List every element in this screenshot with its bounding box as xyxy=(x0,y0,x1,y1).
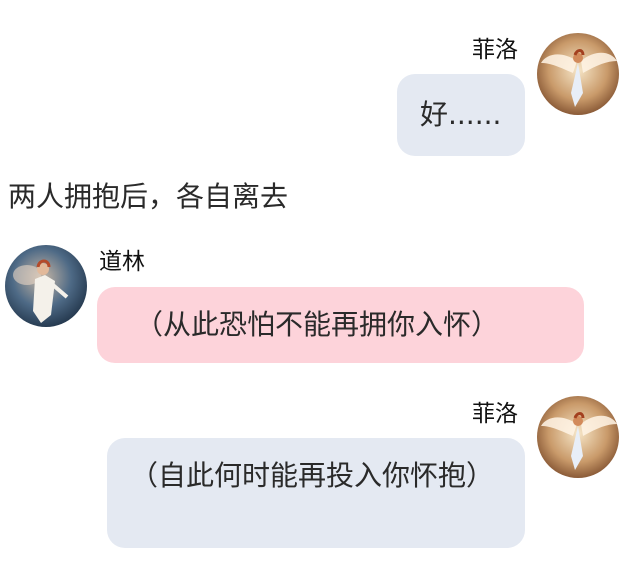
narration-text: 两人拥抱后，各自离去 xyxy=(8,180,289,213)
message-bubble[interactable]: 好...... xyxy=(397,74,525,156)
avatar-feiluo-2[interactable] xyxy=(537,396,619,478)
message-text: （从此恐怕不能再拥你入怀） xyxy=(135,308,500,341)
message-bubble[interactable]: （自此何时能再投入你怀抱） xyxy=(107,438,525,548)
message-bubble[interactable]: （从此恐怕不能再拥你入怀） xyxy=(97,287,584,363)
winged-angel-avatar-icon xyxy=(537,33,619,115)
message-text: 好...... xyxy=(420,98,502,131)
sender-name: 道林 xyxy=(99,249,145,275)
sender-name: 菲洛 xyxy=(472,401,518,427)
winged-angel-avatar-icon xyxy=(537,396,619,478)
sender-name: 菲洛 xyxy=(472,37,518,63)
avatar-daolin[interactable] xyxy=(5,245,87,327)
avatar-feiluo-1[interactable] xyxy=(537,33,619,115)
message-text: （自此何时能再投入你怀抱） xyxy=(130,459,495,492)
robed-figure-avatar-icon xyxy=(5,245,87,327)
